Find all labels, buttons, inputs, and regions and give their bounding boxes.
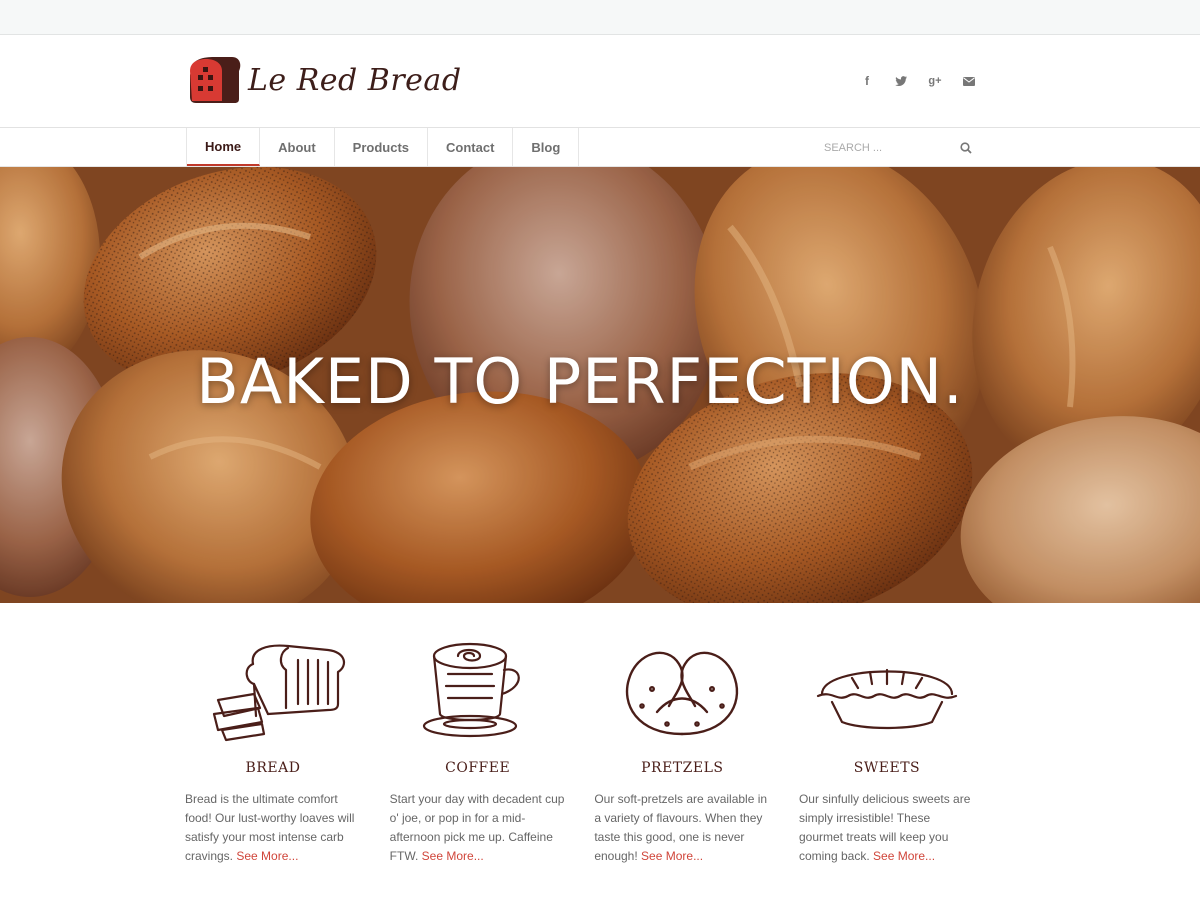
site-header: Le Red Bread f g+ (0, 35, 1200, 128)
feature-title: COFFEE (445, 760, 511, 776)
search-icon[interactable] (960, 142, 972, 154)
feature-coffee: COFFEE Start your day with decadent cup … (390, 630, 566, 866)
feature-description: Our sinfully delicious sweets are simply… (798, 792, 971, 863)
feature-description: Start your day with decadent cup o' joe,… (389, 792, 565, 863)
facebook-icon[interactable]: f (858, 73, 876, 89)
search-box (824, 137, 974, 159)
hero-title: BAKED TO PERFECTION. (196, 345, 964, 418)
see-more-link[interactable]: See More... (236, 849, 298, 863)
feature-title: PRETZELS (641, 760, 724, 776)
feature-title: BREAD (245, 760, 301, 776)
nav-item-products[interactable]: Products (335, 128, 429, 166)
bread-loaf-icon (212, 644, 346, 742)
feature-sweets: SWEETS Our sinfully delicious sweets are… (799, 630, 975, 866)
features-section: BREAD Bread is the ultimate comfort food… (185, 630, 975, 866)
feature-pretzels: PRETZELS Our soft-pretzels are available… (594, 630, 770, 866)
pie-icon (816, 668, 958, 730)
google-plus-icon[interactable]: g+ (926, 73, 944, 89)
see-more-link[interactable]: See More... (641, 849, 703, 863)
see-more-link[interactable]: See More... (422, 849, 484, 863)
search-input[interactable] (824, 142, 952, 154)
main-navbar: Home About Products Contact Blog (0, 128, 1200, 167)
bread-logo-icon (190, 57, 241, 103)
nav-item-about[interactable]: About (260, 128, 335, 166)
browser-top-strip (0, 0, 1200, 35)
social-links: f g+ (858, 73, 978, 89)
mail-icon[interactable] (960, 73, 978, 89)
feature-bread: BREAD Bread is the ultimate comfort food… (185, 630, 361, 866)
coffee-cup-icon (422, 642, 520, 738)
feature-description: Our soft-pretzels are available in a var… (594, 792, 768, 863)
feature-title: SWEETS (853, 760, 921, 776)
see-more-link[interactable]: See More... (873, 849, 935, 863)
pretzel-icon (626, 651, 739, 736)
hero-banner: BAKED TO PERFECTION. (0, 167, 1200, 603)
nav-item-home[interactable]: Home (187, 128, 261, 166)
brand-name: Le Red Bread (248, 62, 462, 98)
feature-description: Bread is the ultimate comfort food! Our … (185, 792, 355, 863)
twitter-icon[interactable] (892, 73, 910, 89)
nav-item-contact[interactable]: Contact (428, 128, 514, 166)
logo[interactable]: Le Red Bread (186, 55, 462, 105)
nav-menu: Home About Products Contact Blog (186, 128, 580, 166)
nav-item-blog[interactable]: Blog (513, 128, 580, 166)
